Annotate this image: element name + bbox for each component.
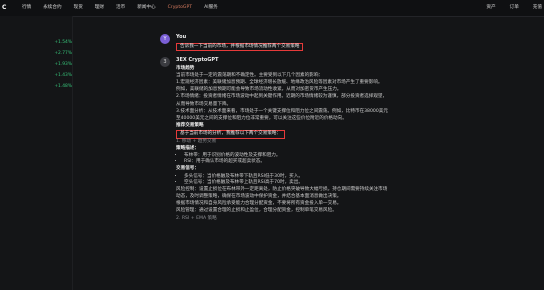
- paragraph: 至40000美元之间的支撑位和阻力位非常重要，可以关注这些价位附近的价格动向。: [176, 116, 347, 121]
- sidebar-item-change: +1.48%: [54, 84, 72, 90]
- sidebar-item[interactable]: +1.48%: [2, 82, 72, 92]
- paragraph: 2.市场情绪：投资者情绪在市场波动中起到关键作用。近期的市场情绪较为谨慎，部分投…: [176, 94, 388, 100]
- sidebar-item[interactable]: +1.43%: [2, 71, 72, 81]
- sidebar-item-change: +1.93%: [54, 62, 72, 68]
- nav-item-events[interactable]: 活币: [116, 5, 125, 11]
- nav-item-spot[interactable]: 现货: [74, 5, 83, 11]
- chat-history-sidebar: +1.54% +2.77% +1.93% +1.43% +1.48%: [0, 16, 72, 290]
- sidebar-item-change: +1.43%: [54, 73, 72, 79]
- paragraph: 从而导致市场交易量下降。: [176, 101, 232, 107]
- trade-signal-list: 多头信号：当价格触及布林带下轨且RSI低于30时，买入。 空头信号：当价格触及布…: [176, 174, 486, 186]
- strategy-2-heading: 2. RSI + EMA 策略: [176, 215, 217, 221]
- trade-signal-title: 交易信号：: [176, 166, 199, 172]
- main-nav: 行情 永续合约 现货 理财 活币 新闻中心 CryptoGPT AI服务: [22, 5, 218, 11]
- chat-conversation: Y You 告诉我一下当前的市场，并根据市场情况推荐两个交易策略 3 3EX C…: [160, 34, 544, 229]
- brand-logo[interactable]: C: [2, 4, 20, 12]
- strategy-intro-highlight: 基于当前市场的分析，我推荐以下两个交易策略：: [176, 130, 286, 139]
- sidebar-item[interactable]: +1.93%: [2, 60, 72, 70]
- list-item: 空头信号：当价格触及布林带上轨且RSI高于70时，卖出。: [184, 180, 486, 186]
- paragraph: 1.宏观经济因素：美联储加息预期、全球经济增长放缓、地缘政治风险等因素对市场产生…: [176, 80, 383, 86]
- assistant-name: 3EX CryptoGPT: [176, 56, 219, 63]
- sidebar-item-change: +2.77%: [54, 51, 72, 57]
- section-title-strategies: 推荐交易策略: [176, 123, 204, 129]
- strategy-1-heading: 1. 移动 + 趋势交易: [176, 138, 217, 144]
- nav-item-ai[interactable]: AI服务: [204, 5, 218, 11]
- assistant-avatar: 3: [160, 56, 170, 67]
- paragraph: 3.技术面分析：从技术面来看，市场处于一个关键支撑位和阻力位之间震荡。例如，比特…: [176, 108, 388, 114]
- nav-item-news[interactable]: 新闻中心: [137, 5, 155, 11]
- user-question-highlight: 告诉我一下当前的市场，并根据市场情况推荐两个交易策略: [176, 42, 304, 51]
- paragraph: 例如，美联储的加息预期可能会导致市场流动性收紧，从而对加密货币产生压力。: [176, 87, 342, 93]
- sidebar-item[interactable]: +1.54%: [2, 38, 72, 48]
- user-message: Y You 告诉我一下当前的市场，并根据市场情况推荐两个交易策略: [160, 34, 544, 51]
- top-navigation-bar: C 行情 永续合约 现货 理财 活币 新闻中心 CryptoGPT AI服务 资…: [0, 0, 544, 17]
- strategy-description-title: 策略描述：: [176, 145, 199, 151]
- nav-item-markets[interactable]: 行情: [22, 5, 31, 11]
- user-name: You: [176, 34, 187, 40]
- top-right-nav: 资产 订单 充值: [486, 0, 542, 16]
- nav-item-assets[interactable]: 资产: [486, 5, 495, 11]
- strategy-description-list: 布林带：用于识别价格的波动性及支撑和阻力。 RSI：用于确认市场的超买或超卖状态…: [176, 153, 486, 165]
- paragraph: 风险控制：设置止损位在布林带外一定距离处，防止价格突破导致大幅亏损。持仓期间需要…: [176, 186, 388, 192]
- nav-item-earn[interactable]: 理财: [95, 5, 104, 11]
- paragraph: 风险管理：通过设置合理的止损和止盈位，合理分配资金，控制单笔交易风险。: [176, 208, 337, 214]
- nav-item-cryptogpt[interactable]: CryptoGPT: [168, 5, 192, 11]
- nav-item-orders[interactable]: 订单: [510, 5, 519, 11]
- sidebar-divider: [72, 16, 73, 290]
- user-avatar: Y: [160, 34, 170, 44]
- paragraph: 当前市场处于一定的震荡期和不确定性。主要受到以下几个因素的影响：: [176, 72, 324, 78]
- paragraph: 动态，及时调整策略，确保在市场波动中保护资金，并结合基本面消息做出决策。: [176, 194, 342, 200]
- assistant-message: 3 3EX CryptoGPT 市场趋势 当前市场处于一定的震荡期和不确定性。主…: [160, 56, 544, 223]
- nav-item-deposit[interactable]: 充值: [533, 5, 542, 11]
- sidebar-item-change: +1.54%: [54, 40, 72, 46]
- nav-item-perpetual[interactable]: 永续合约: [43, 5, 61, 11]
- sidebar-item[interactable]: +2.77%: [2, 49, 72, 59]
- paragraph: 根据市场情况和自身风险承受能力合理分配资金，不要将所有资金投入单一交易。: [176, 201, 342, 207]
- section-title-market-trend: 市场趋势: [176, 65, 195, 71]
- list-item: RSI：用于确认市场的超买或超卖状态。: [184, 159, 486, 165]
